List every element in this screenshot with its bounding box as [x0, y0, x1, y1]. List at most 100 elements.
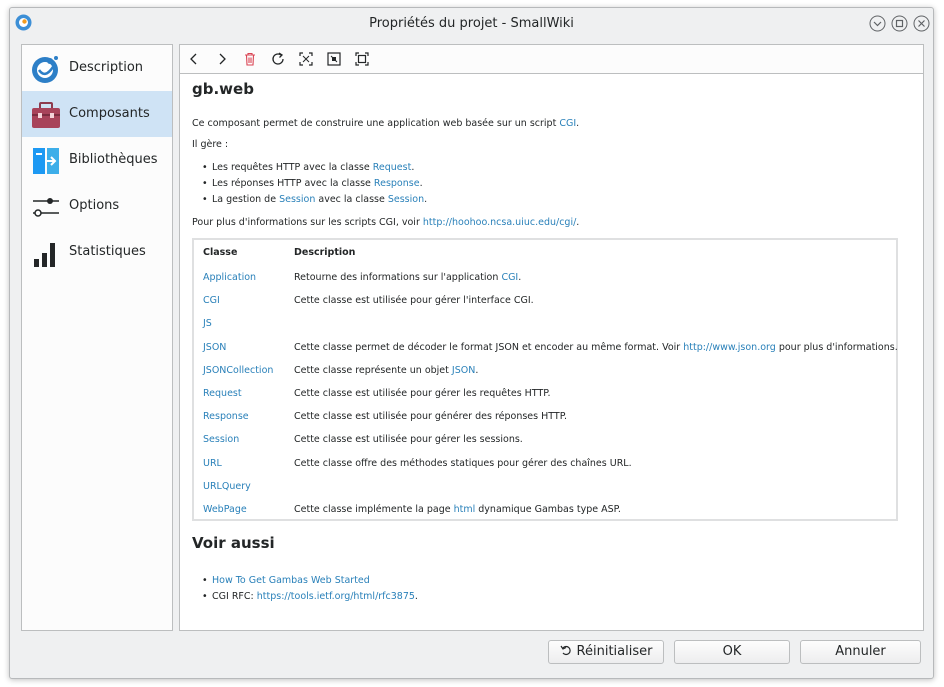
bullet-suffix: .: [419, 178, 423, 189]
zoom-out-icon[interactable]: [326, 51, 342, 67]
sidebar-item-label: Composants: [69, 106, 150, 121]
bullet-text: avec la classe: [318, 194, 385, 205]
description-tail: .: [518, 272, 522, 283]
title-bar[interactable]: Propriétés du projet - SmallWiki: [10, 8, 933, 38]
intro-text: Ce composant permet de construire une ap…: [192, 118, 557, 129]
help-toolbar: [180, 45, 923, 74]
doc-more-info: Pour plus d'informations sur les scripts…: [192, 216, 579, 229]
list-item: CGI RFC: https://tools.ietf.org/html/rfc…: [202, 590, 418, 603]
table-cell-description: Cette classe permet de décoder le format…: [294, 341, 898, 354]
forward-icon[interactable]: [214, 51, 230, 67]
table-cell-class[interactable]: Response: [203, 410, 249, 423]
more-text: Pour plus d'informations sur les scripts…: [192, 217, 420, 228]
bullet-link[interactable]: Session: [279, 194, 315, 205]
back-icon[interactable]: [186, 51, 202, 67]
table-cell-description: Cette classe est utilisée pour générer d…: [294, 410, 567, 423]
fit-page-icon[interactable]: [354, 51, 370, 67]
sidebar-item-description[interactable]: Description: [22, 45, 172, 91]
description-link[interactable]: JSON: [452, 365, 475, 376]
see-also-link[interactable]: https://tools.ietf.org/html/rfc3875: [257, 591, 415, 602]
description-text: Cette classe est utilisée pour gérer les…: [294, 388, 551, 399]
see-also-link[interactable]: How To Get Gambas Web Started: [212, 575, 370, 586]
zoom-in-icon[interactable]: [298, 51, 314, 67]
list-item: Les requêtes HTTP avec la classe Request…: [202, 161, 415, 174]
bullet-link[interactable]: Session: [388, 194, 424, 205]
description-text: Cette classe est utilisée pour gérer les…: [294, 434, 523, 445]
table-cell-description: Retourne des informations sur l'applicat…: [294, 271, 521, 284]
undo-icon: [560, 645, 571, 656]
bullet-text: Les requêtes HTTP avec la classe: [212, 162, 370, 173]
window-title: Propriétés du projet - SmallWiki: [369, 16, 574, 31]
more-link[interactable]: http://hoohoo.ncsa.uiuc.edu/cgi/: [423, 217, 576, 228]
table-cell-description: Cette classe implémente la page html dyn…: [294, 503, 621, 516]
table-cell-class[interactable]: JS: [203, 317, 212, 330]
description-text: Cette classe offre des méthodes statique…: [294, 458, 632, 469]
description-text: Retourne des informations sur l'applicat…: [294, 272, 499, 283]
sidebar-item-label: Statistiques: [69, 244, 146, 259]
table-cell-class[interactable]: URL: [203, 457, 222, 470]
table-cell-description: Cette classe est utilisée pour gérer les…: [294, 433, 523, 446]
cancel-button-label: Annuler: [835, 644, 886, 659]
bullet-link[interactable]: Response: [374, 178, 420, 189]
ok-button-label: OK: [722, 644, 742, 659]
description-text: Cette classe est utilisée pour gérer l'i…: [294, 295, 534, 306]
bullet-text: Les réponses HTTP avec la classe: [212, 178, 371, 189]
toolbox-icon: [32, 102, 60, 128]
description-text: Cette classe est utilisée pour générer d…: [294, 411, 567, 422]
table-cell-description: Cette classe est utilisée pour gérer les…: [294, 387, 551, 400]
see-also-text: CGI RFC:: [212, 591, 254, 602]
library-icon: [33, 148, 59, 174]
bullet-suffix: .: [411, 162, 415, 173]
doc-manages: Il gère :: [192, 139, 229, 150]
gambas-icon: [32, 56, 58, 83]
table-cell-class[interactable]: Request: [203, 387, 242, 400]
sliders-icon: [33, 198, 59, 217]
intro-link[interactable]: CGI: [559, 118, 576, 129]
reset-button[interactable]: Réinitialiser: [548, 640, 664, 664]
table-header-classe: Classe: [203, 247, 238, 258]
bullet-link[interactable]: Request: [373, 162, 412, 173]
description-link[interactable]: http://www.json.org: [683, 342, 776, 353]
table-cell-class[interactable]: JSONCollection: [203, 364, 273, 377]
properties-sidebar: Description Composants Bibliothèques Opt…: [21, 44, 173, 631]
table-cell-class[interactable]: JSON: [203, 341, 226, 354]
table-cell-description: Cette classe représente un objet JSON.: [294, 364, 478, 377]
delete-icon[interactable]: [242, 51, 258, 67]
bullet-text: La gestion de: [212, 194, 277, 205]
description-link[interactable]: html: [454, 504, 476, 515]
list-item: Les réponses HTTP avec la classe Respons…: [202, 177, 423, 190]
refresh-icon[interactable]: [270, 51, 286, 67]
description-link[interactable]: CGI: [501, 272, 518, 283]
table-cell-class[interactable]: CGI: [203, 294, 220, 307]
description-text: Cette classe permet de décoder le format…: [294, 342, 681, 353]
project-properties-window: Propriétés du projet - SmallWiki Descrip…: [9, 7, 934, 679]
sidebar-item-label: Description: [69, 60, 144, 75]
sidebar-item-statistiques[interactable]: Statistiques: [22, 229, 172, 275]
sidebar-item-label: Bibliothèques: [69, 152, 158, 167]
close-icon[interactable]: [913, 15, 930, 32]
see-also-title: Voir aussi: [192, 534, 275, 552]
see-also-suffix: .: [414, 591, 418, 602]
table-cell-class[interactable]: Session: [203, 433, 239, 446]
description-tail: .: [475, 365, 479, 376]
description-tail: pour plus d'informations.: [778, 342, 898, 353]
sidebar-item-label: Options: [69, 198, 120, 213]
table-header-description: Description: [294, 247, 356, 258]
intro-suffix: .: [576, 118, 580, 129]
sidebar-item-bibliotheques[interactable]: Bibliothèques: [22, 137, 172, 183]
description-text: Cette classe implémente la page: [294, 504, 451, 515]
table-cell-class[interactable]: WebPage: [203, 503, 247, 516]
cancel-button[interactable]: Annuler: [800, 640, 921, 664]
ok-button[interactable]: OK: [674, 640, 790, 664]
table-cell-class[interactable]: URLQuery: [203, 480, 251, 493]
maximize-icon[interactable]: [891, 15, 908, 32]
bar-chart-icon: [34, 243, 55, 267]
list-item: La gestion de Session avec la classe Ses…: [202, 193, 428, 206]
table-cell-description: Cette classe offre des méthodes statique…: [294, 457, 632, 470]
bullet-suffix: .: [424, 194, 428, 205]
minimize-icon[interactable]: [869, 15, 886, 32]
more-suffix: .: [576, 217, 580, 228]
sidebar-item-composants[interactable]: Composants: [22, 91, 172, 137]
sidebar-item-options[interactable]: Options: [22, 183, 172, 229]
table-cell-class[interactable]: Application: [203, 271, 256, 284]
